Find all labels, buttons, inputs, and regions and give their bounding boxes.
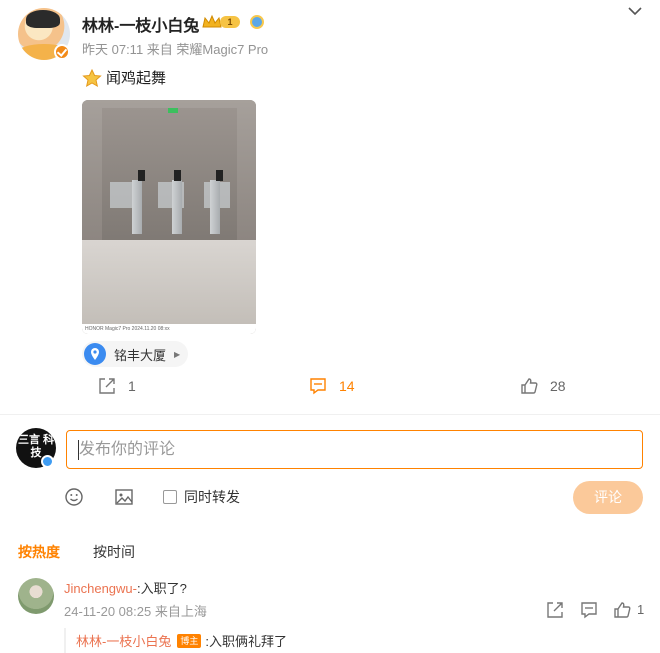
tab-sort-hot[interactable]: 按热度 [18, 542, 60, 562]
verified-icon [54, 44, 70, 60]
forward-label: 同时转发 [184, 489, 240, 505]
verified-icon [41, 455, 54, 468]
repost-icon [99, 378, 115, 394]
post-photo[interactable]: HONOR Magic7 Pro 2024.11.20 08:xx [82, 100, 256, 334]
image-icon[interactable] [114, 487, 134, 507]
crown-icon [202, 14, 222, 28]
author-name[interactable]: 林林-一枝小白兔 [82, 12, 199, 36]
level-badge: 1 [220, 16, 240, 28]
comment-input[interactable] [66, 430, 643, 469]
comment-count: 14 [339, 378, 355, 394]
like-icon[interactable] [613, 601, 631, 619]
divider [0, 414, 660, 415]
like-icon [521, 378, 538, 394]
reply-author[interactable]: 林林-一枝小白兔 [76, 631, 171, 650]
post-text-content: 闻鸡起舞 [106, 70, 167, 87]
repost-count: 1 [128, 378, 136, 394]
chevron-right-icon: ▶ [174, 349, 181, 359]
chevron-down-icon[interactable] [626, 4, 644, 18]
comment-icon [310, 378, 326, 395]
comment-item: Jinchengwu-:入职了? [64, 578, 187, 597]
reply-item: 林林-一枝小白兔 博主 :入职俩礼拜了 [64, 628, 660, 653]
author-badge: 博主 [177, 633, 202, 648]
comment-text: :入职了? [137, 581, 187, 596]
location-name: 铭丰大厦 [114, 347, 167, 363]
post-text: 闻鸡起舞 [82, 67, 166, 88]
comment-button[interactable]: 14 [309, 377, 355, 395]
repost-button[interactable]: 1 [98, 377, 136, 395]
exit-sign [168, 108, 178, 113]
text-caret [78, 440, 79, 460]
repost-icon[interactable] [546, 601, 564, 619]
emoji-icon[interactable] [64, 487, 84, 507]
comment-like-count: 1 [637, 602, 645, 617]
location-tag[interactable]: 铭丰大厦 ▶ [82, 341, 189, 367]
location-pin-icon [84, 343, 106, 365]
forward-checkbox[interactable] [163, 490, 177, 504]
comment-icon[interactable] [580, 601, 598, 619]
comment-meta: 24-11-20 08:25 来自上海 [64, 604, 207, 619]
forward-option[interactable]: 同时转发 [163, 487, 240, 507]
like-button[interactable]: 28 [520, 377, 566, 395]
commenter-avatar[interactable] [18, 578, 54, 614]
photo-watermark: HONOR Magic7 Pro 2024.11.20 08:xx [82, 324, 256, 334]
like-count: 28 [550, 378, 566, 394]
post-meta: 昨天 07:11 来自 荣耀Magic7 Pro [82, 42, 269, 57]
star-emoji-icon [82, 68, 102, 87]
member-icon [250, 15, 264, 29]
tab-sort-time[interactable]: 按时间 [93, 542, 135, 562]
submit-comment-button[interactable]: 评论 [573, 481, 643, 514]
commenter-name[interactable]: Jinchengwu- [64, 581, 137, 596]
reply-text: :入职俩礼拜了 [205, 634, 287, 649]
